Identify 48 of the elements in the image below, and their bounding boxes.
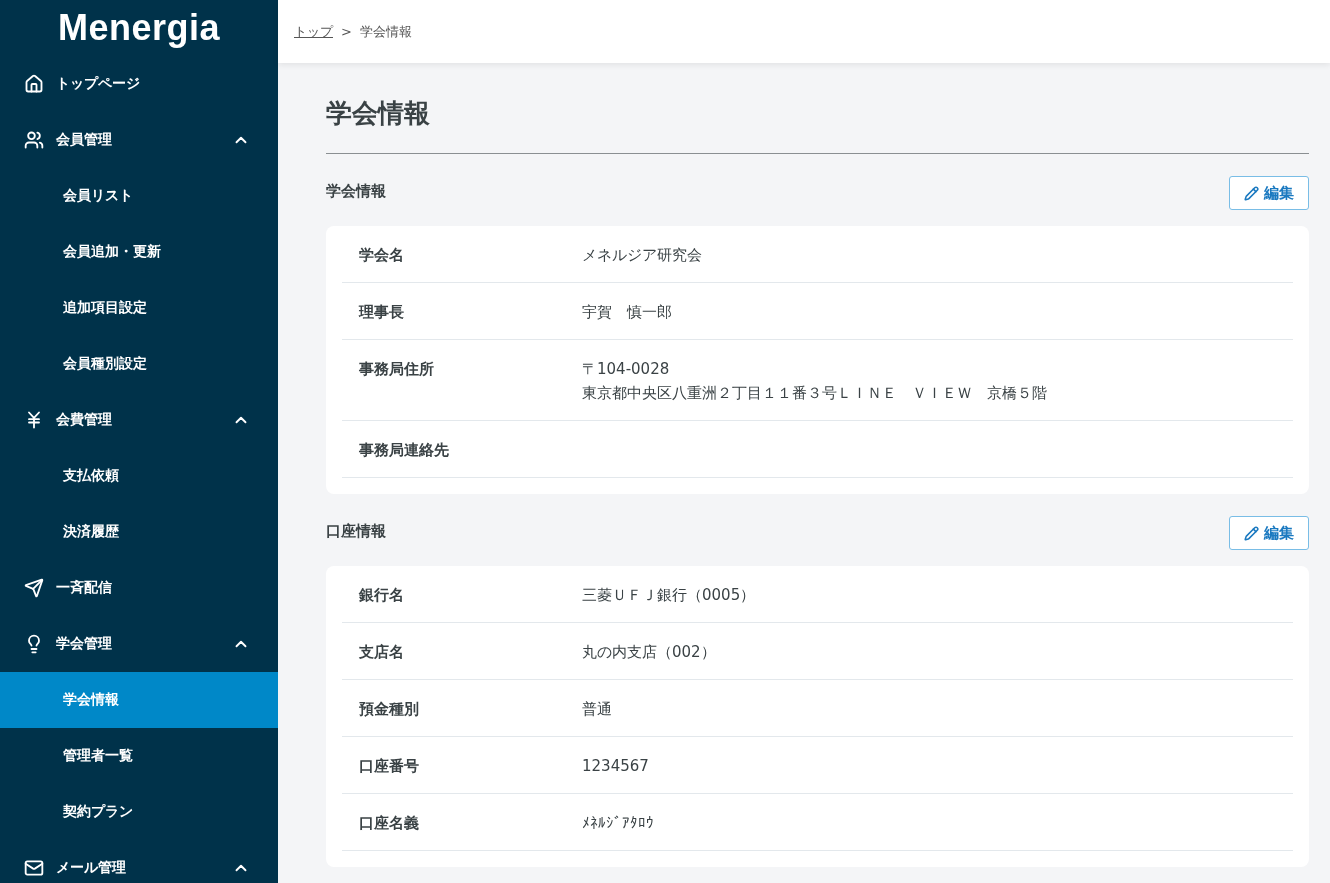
nav-subitem[interactable]: 決済履歴 <box>0 504 278 560</box>
field-value: 1234567 <box>582 756 649 777</box>
home-icon <box>24 74 44 94</box>
nav-subitem[interactable]: 支払依頼 <box>0 448 278 504</box>
section-title: 学会情報 <box>326 181 386 202</box>
breadcrumb-separator: > <box>341 24 352 39</box>
nav-subitem[interactable]: 追加項目設定 <box>0 280 278 336</box>
field-label: 事務局住所 <box>358 359 435 380</box>
nav-item[interactable]: メール管理 <box>0 840 278 883</box>
field-label: 銀行名 <box>358 585 405 606</box>
field-value: 三菱ＵＦＪ銀行（0005） <box>582 585 756 606</box>
nav-item[interactable]: 会員管理 <box>0 112 278 168</box>
nav-subitem[interactable]: 会員リスト <box>0 168 278 224</box>
field-label: 口座名義 <box>358 813 420 834</box>
send-icon <box>24 578 44 598</box>
field-value: 宇賀 慎一郎 <box>582 302 672 323</box>
nav-subitem[interactable]: 管理者一覧 <box>0 728 278 784</box>
field-label: 支店名 <box>358 642 405 663</box>
breadcrumb-current: 学会情報 <box>359 22 412 41</box>
field-value: 普通 <box>582 699 612 720</box>
field-label: 学会名 <box>358 245 405 266</box>
field-label: 口座番号 <box>358 756 420 777</box>
logo: Menergia <box>56 6 221 50</box>
nav-subitem[interactable]: 契約プラン <box>0 784 278 840</box>
field-label: 理事長 <box>357 302 405 323</box>
nav-subitem[interactable]: 会員追加・更新 <box>0 224 278 280</box>
mail-icon <box>24 858 44 878</box>
nav-subitem[interactable]: 会員種別設定 <box>0 336 278 392</box>
nav-item[interactable]: 学会管理 <box>0 616 278 672</box>
nav-item[interactable]: 一斉配信 <box>0 560 278 616</box>
page-title: 学会情報 <box>326 93 1309 154</box>
nav-subitem[interactable]: 学会情報 <box>0 672 278 728</box>
edit-button[interactable]: 編集 <box>1229 516 1309 550</box>
field-value: メネルジア研究会 <box>582 245 702 266</box>
nav-item[interactable]: トップページ <box>0 56 278 112</box>
field-value: 〒104-0028 <box>582 359 671 380</box>
field-label: 預金種別 <box>358 699 420 720</box>
section-title: 口座情報 <box>326 521 386 542</box>
field-label: 事務局連絡先 <box>358 440 450 461</box>
field-value: 東京都中央区八重洲２丁目１１番３号ＬＩＮＥ ＶＩＥＷ 京橋５階 <box>582 383 1047 404</box>
people-icon <box>24 130 44 150</box>
pencil-icon <box>1244 525 1259 541</box>
edit-button[interactable]: 編集 <box>1229 176 1309 210</box>
field-value: ﾒﾈﾙｼﾞｱﾀﾛｳ <box>582 813 654 834</box>
nav-item[interactable]: 会費管理 <box>0 392 278 448</box>
field-value: 丸の内支店（002） <box>582 642 716 663</box>
pencil-icon <box>1244 185 1259 201</box>
breadcrumb-link[interactable]: トップ <box>294 22 333 41</box>
